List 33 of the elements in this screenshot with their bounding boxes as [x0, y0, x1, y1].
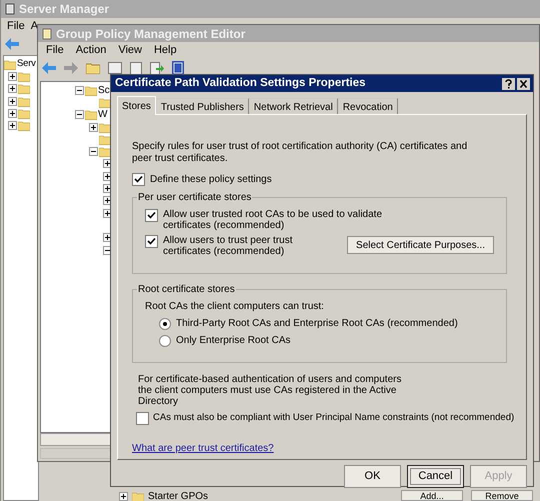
tab[interactable]: Revocation — [338, 98, 398, 114]
tree-item[interactable]: Starter GPOs — [148, 489, 208, 501]
tree-item[interactable]: Serv — [17, 57, 36, 72]
radio-label: Third-Party Root CAs and Enterprise Root CAs (recommended) — [176, 317, 458, 331]
checkbox-label: Allow user trusted root CAs to be used to validate certificates (recommended) — [163, 209, 384, 231]
menu-item[interactable]: Action — [76, 42, 106, 58]
tree-item[interactable]: Sc — [98, 82, 110, 98]
tree-item[interactable]: W — [98, 107, 108, 122]
window-title: Group Policy Management Editor — [56, 26, 246, 42]
menu-item[interactable]: View — [118, 42, 142, 58]
window-title: Server Manager — [19, 1, 110, 18]
dialog-button[interactable]: Cancel — [407, 465, 464, 488]
dialog-title: Certificate Path Validation Settings Properties — [115, 76, 366, 91]
checkbox-label: CAs must also be compliant with User Principal Name constraints (not recommended) — [153, 411, 514, 425]
select-purposes-button[interactable]: Select Certificate Purposes... — [347, 236, 494, 254]
help-link[interactable]: What are peer trust certificates? — [132, 441, 274, 456]
prompt-text: Root CAs the client computers can trust: — [145, 300, 325, 314]
tab[interactable]: Network Retrieval — [248, 98, 338, 114]
group-title: Root certificate stores — [137, 283, 236, 297]
intro-text: Specify rules for user trust of root certification authority (CA) certificates and peer trust certificates. — [132, 141, 468, 165]
menu-item[interactable]: Help — [154, 42, 177, 58]
radio-label: Only Enterprise Root CAs — [176, 334, 290, 348]
menu-item[interactable]: File — [46, 42, 64, 58]
action-button[interactable]: Add... — [401, 490, 463, 501]
tab[interactable]: Stores — [117, 96, 156, 115]
dialog-button[interactable]: OK — [344, 465, 401, 488]
note-text: For certificate-based authentication of users and computers the client computers must use CAs registered in the Active Directory — [138, 374, 402, 407]
action-button[interactable]: Remove — [471, 490, 533, 501]
checkbox-label: Define these policy settings — [150, 173, 272, 187]
menu-item[interactable]: File — [7, 18, 25, 34]
checkbox-label: Allow users to trust peer trust certificates (recommended) — [163, 235, 294, 257]
group-title: Per user certificate stores — [137, 191, 252, 205]
tab[interactable]: Trusted Publishers — [156, 98, 249, 114]
